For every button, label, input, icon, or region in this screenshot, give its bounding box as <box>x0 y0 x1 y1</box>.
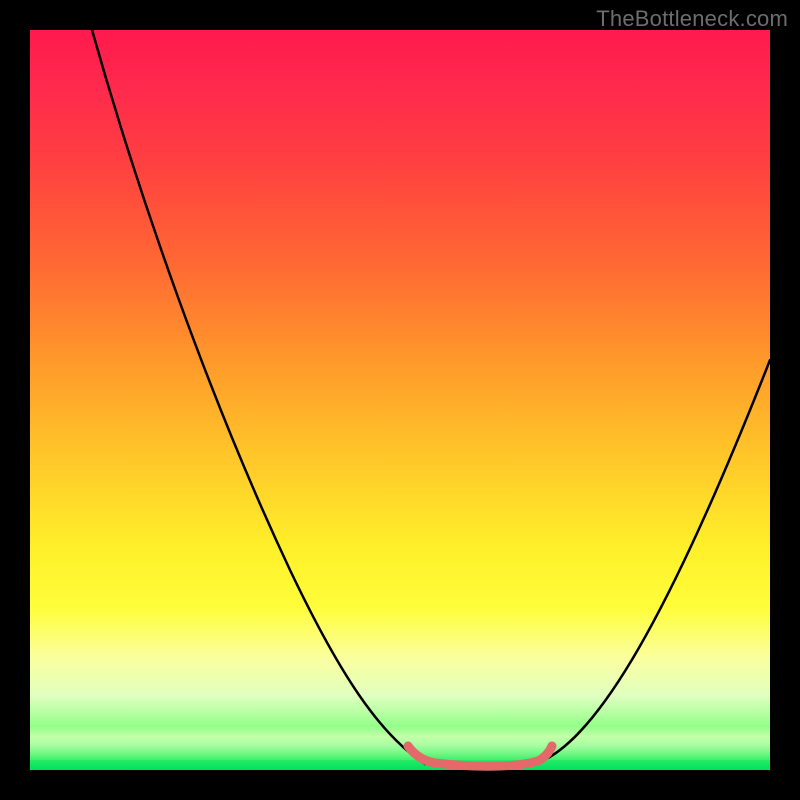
valley-floor-path <box>408 746 552 766</box>
chart-svg <box>30 30 770 770</box>
plot-area <box>30 30 770 770</box>
left-curve-path <box>92 30 425 764</box>
watermark-text: TheBottleneck.com <box>596 6 788 32</box>
chart-frame: TheBottleneck.com <box>0 0 800 800</box>
right-curve-path <box>535 360 770 764</box>
